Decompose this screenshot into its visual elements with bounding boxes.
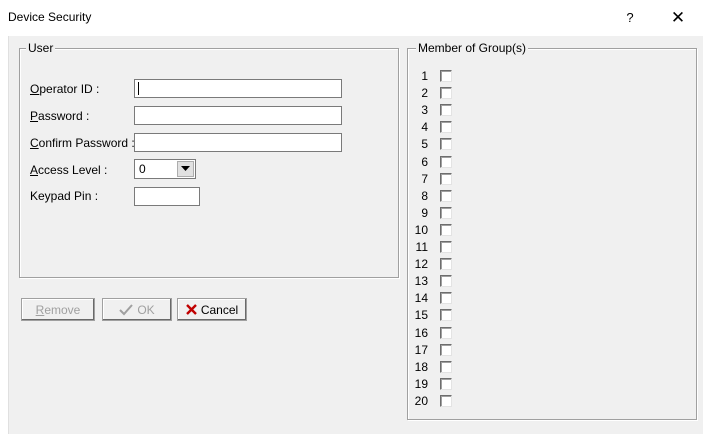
member-groups-legend: Member of Group(s): [416, 41, 529, 55]
access-level-value: 0: [139, 162, 146, 176]
member-groups-groupbox: Member of Group(s) 1 2 3 4 5 6 7 8 9 10 11 12 13 14 15…: [407, 41, 697, 420]
group-checkbox[interactable]: [440, 87, 452, 100]
group-row: 8: [408, 189, 468, 203]
group-number-label: 11: [415, 240, 428, 254]
group-checkbox[interactable]: [440, 121, 452, 134]
access-level-label: Access Level :: [30, 163, 108, 177]
group-number-label: 20: [414, 393, 428, 408]
group-number-label: 4: [421, 120, 428, 135]
dialog-client: User Operator ID : Password : Confirm Pa…: [8, 36, 703, 434]
group-checkbox[interactable]: [440, 189, 452, 202]
cancel-button[interactable]: Cancel: [177, 298, 247, 321]
group-number-label: 16: [414, 325, 428, 340]
operator-id-input[interactable]: [134, 79, 342, 98]
confirm-password-label: Confirm Password :: [30, 136, 135, 150]
group-checkbox[interactable]: [440, 326, 452, 339]
access-level-select[interactable]: 0: [134, 159, 196, 179]
confirm-password-input[interactable]: [134, 133, 342, 152]
group-row: 9: [408, 206, 468, 220]
group-number-label: 13: [414, 274, 428, 289]
group-checkbox[interactable]: [440, 241, 452, 253]
group-row: 2: [408, 86, 468, 100]
group-row: 13: [408, 274, 468, 288]
close-icon[interactable]: ✕: [671, 8, 685, 27]
group-number-label: 19: [414, 376, 428, 391]
group-number-label: 2: [421, 86, 428, 101]
group-number-label: 5: [421, 137, 428, 152]
checkmark-icon: [119, 303, 134, 315]
group-row: 16: [408, 326, 468, 340]
group-row: 4: [408, 120, 468, 134]
help-button[interactable]: ?: [612, 4, 648, 32]
keypad-pin-label: Keypad Pin :: [30, 189, 99, 203]
group-row: 11: [408, 240, 468, 254]
remove-button[interactable]: Remove: [21, 298, 95, 321]
group-number-label: 6: [421, 154, 428, 169]
group-row: 6: [408, 155, 468, 169]
group-number-label: 3: [421, 103, 428, 118]
cancel-x-icon: [185, 304, 197, 315]
window-title: Device Security: [8, 10, 92, 24]
group-checkbox[interactable]: [440, 343, 452, 356]
group-number-label: 1: [421, 69, 428, 83]
group-number-label: 15: [414, 308, 428, 323]
ok-button[interactable]: OK: [102, 298, 172, 321]
group-number-label: 8: [421, 188, 428, 203]
group-row: 14: [408, 291, 468, 305]
group-checkbox[interactable]: [440, 206, 452, 219]
group-checkbox[interactable]: [440, 223, 452, 236]
password-label: Password :: [30, 109, 90, 123]
group-number-label: 12: [414, 257, 428, 272]
group-row: 18: [408, 360, 468, 374]
group-number-label: 18: [414, 359, 428, 374]
group-checkbox[interactable]: [440, 377, 452, 390]
group-checkbox[interactable]: [440, 172, 452, 185]
group-row: 20: [408, 394, 468, 408]
group-checkbox[interactable]: [440, 309, 452, 322]
group-number-label: 14: [414, 291, 428, 306]
titlebar: Device Security ? ✕: [0, 0, 703, 36]
group-row: 10: [408, 223, 468, 237]
user-group-legend: User: [26, 41, 56, 55]
group-row: 7: [408, 172, 468, 186]
text-caret: [138, 82, 139, 95]
chevron-down-icon: [181, 166, 190, 171]
group-checkbox-list: 1 2 3 4 5 6 7 8 9 10 11 12 13 14 15 16 17 18 19 20: [408, 69, 488, 414]
group-number-label: 7: [421, 171, 428, 186]
password-input[interactable]: [134, 106, 342, 125]
group-row: 3: [408, 103, 468, 117]
group-number-label: 17: [414, 342, 428, 357]
group-row: 19: [408, 377, 468, 391]
group-checkbox[interactable]: [440, 394, 452, 407]
group-number-label: 10: [414, 222, 428, 237]
group-checkbox[interactable]: [440, 104, 452, 117]
group-checkbox[interactable]: [440, 70, 452, 82]
group-row: 15: [408, 308, 468, 322]
group-number-label: 9: [421, 205, 428, 220]
close-button[interactable]: ✕: [658, 4, 698, 32]
group-checkbox[interactable]: [440, 275, 452, 288]
operator-id-label: Operator ID :: [30, 82, 100, 96]
group-checkbox[interactable]: [440, 360, 452, 373]
group-row: 1: [408, 69, 468, 83]
group-checkbox[interactable]: [440, 155, 452, 168]
group-checkbox[interactable]: [440, 138, 452, 151]
keypad-pin-input[interactable]: [134, 187, 200, 206]
group-row: 17: [408, 343, 468, 357]
group-row: 12: [408, 257, 468, 271]
dropdown-button[interactable]: [177, 161, 194, 177]
user-groupbox: User Operator ID : Password : Confirm Pa…: [19, 41, 399, 278]
group-checkbox[interactable]: [440, 292, 452, 305]
group-checkbox[interactable]: [440, 258, 452, 271]
group-row: 5: [408, 137, 468, 151]
